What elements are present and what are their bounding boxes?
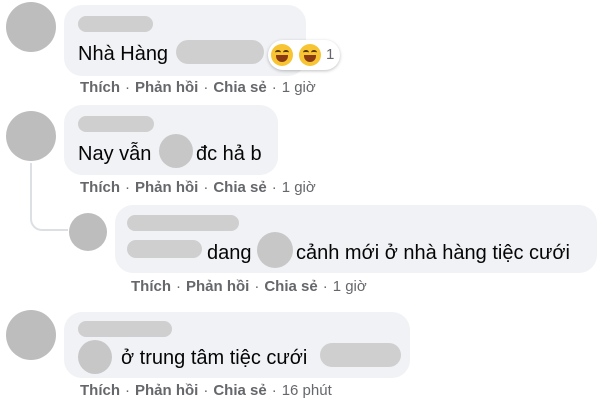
- redacted-commenter-name[interactable]: [127, 215, 239, 231]
- timestamp[interactable]: 1 giờ: [333, 278, 367, 295]
- comment-actions: Thích · Phản hồi · Chia sẻ · 1 giờ: [80, 179, 316, 197]
- separator: ·: [203, 79, 209, 96]
- timestamp[interactable]: 1 giờ: [282, 79, 316, 96]
- redacted-text: [320, 343, 401, 367]
- comment-text: Nay vẫn: [78, 143, 152, 165]
- haha-reaction-icon: [299, 44, 321, 66]
- commenter-avatar[interactable]: [6, 310, 56, 360]
- redacted-text: [176, 40, 264, 64]
- reply-thread-line: [30, 163, 68, 231]
- reply-button[interactable]: Phản hồi: [135, 179, 198, 196]
- haha-reaction-icon: [271, 44, 293, 66]
- share-button[interactable]: Chia sẻ: [213, 179, 266, 196]
- separator: ·: [271, 382, 277, 399]
- redacted-text: [78, 340, 112, 374]
- comment-text: đc hả b: [196, 143, 262, 165]
- redacted-text: [127, 240, 202, 258]
- redacted-text: [257, 232, 293, 268]
- separator: ·: [125, 382, 130, 399]
- share-button[interactable]: Chia sẻ: [213, 382, 266, 399]
- like-button[interactable]: Thích: [80, 382, 120, 399]
- comment-actions: Thích · Phản hồi · Chia sẻ · 16 phút: [80, 382, 332, 400]
- share-button[interactable]: Chia sẻ: [264, 278, 317, 295]
- like-button[interactable]: Thích: [80, 79, 120, 96]
- redacted-text: [159, 134, 193, 168]
- comment-text: Nhà Hàng: [78, 43, 169, 65]
- commenter-avatar[interactable]: [6, 111, 56, 161]
- comment-text: dang: [207, 242, 252, 264]
- separator: ·: [271, 79, 277, 96]
- reply-button[interactable]: Phản hồi: [135, 382, 198, 399]
- timestamp[interactable]: 16 phút: [282, 382, 332, 399]
- comment-text: ở trung tâm tiệc cưới: [121, 347, 308, 369]
- separator: ·: [203, 179, 209, 196]
- separator: ·: [254, 278, 260, 295]
- separator: ·: [125, 79, 130, 96]
- like-button[interactable]: Thích: [131, 278, 171, 295]
- comment-actions: Thích · Phản hồi · Chia sẻ · 1 giờ: [80, 79, 316, 97]
- like-button[interactable]: Thích: [80, 179, 120, 196]
- separator: ·: [322, 278, 328, 295]
- comment-text: cảnh mới ở nhà hàng tiệc cưới: [296, 242, 570, 264]
- separator: ·: [125, 179, 130, 196]
- redacted-commenter-name[interactable]: [78, 321, 172, 337]
- reply-actions: Thích · Phản hồi · Chia sẻ · 1 giờ: [131, 278, 367, 296]
- reply-button[interactable]: Phản hồi: [135, 79, 198, 96]
- reply-button[interactable]: Phản hồi: [186, 278, 249, 295]
- replier-avatar[interactable]: [69, 213, 107, 251]
- separator: ·: [176, 278, 181, 295]
- share-button[interactable]: Chia sẻ: [213, 79, 266, 96]
- separator: ·: [271, 179, 277, 196]
- commenter-avatar[interactable]: [6, 2, 56, 52]
- redacted-commenter-name[interactable]: [78, 116, 154, 132]
- reaction-count: 1: [326, 46, 335, 63]
- redacted-commenter-name[interactable]: [78, 16, 153, 32]
- separator: ·: [203, 382, 209, 399]
- timestamp[interactable]: 1 giờ: [282, 179, 316, 196]
